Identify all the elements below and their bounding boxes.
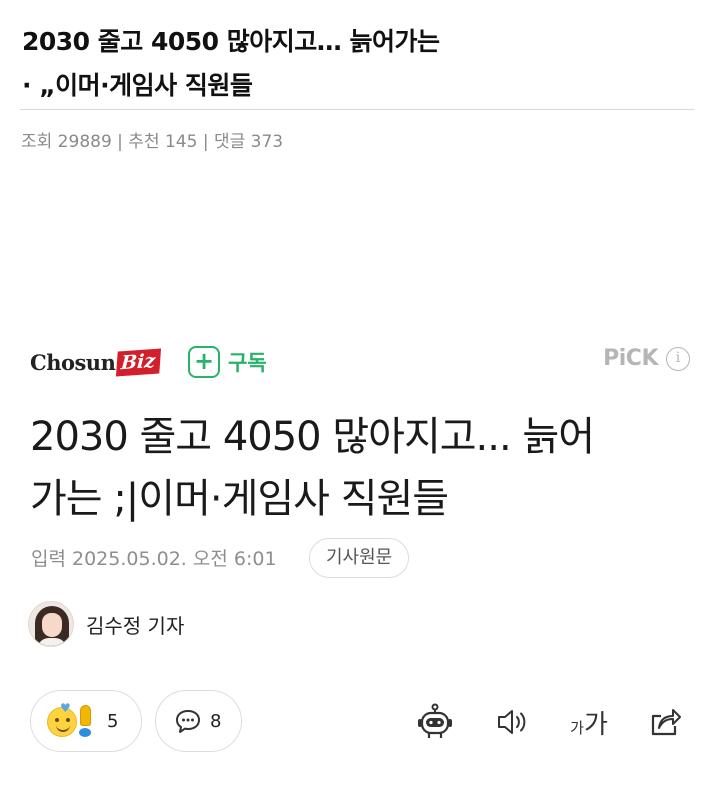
speaker-icon	[498, 710, 526, 734]
subscribe-label: 구독	[228, 351, 267, 375]
post-meta: 조회 29889 | 추천 145 | 댓글 373	[21, 132, 284, 152]
pick-label: PiCK	[603, 346, 658, 371]
press-logo-accent: Biz	[116, 348, 162, 376]
font-size-button[interactable]: 가가	[566, 702, 612, 742]
press-header: Chosun Biz + 구독 PiCK i	[30, 340, 690, 384]
author-name[interactable]: 김수정 기자	[86, 610, 184, 639]
exclamation-emoji-icon	[75, 705, 95, 737]
article-title-line-1: 2030 줄고 4050 많아지고... 늙어	[30, 414, 595, 460]
subscribe-button[interactable]: + 구독	[188, 345, 267, 379]
listen-button[interactable]	[492, 702, 532, 742]
comment-icon	[176, 710, 200, 733]
article-title-line-2: 가는 ;|이머·게임사 직원들	[30, 476, 449, 522]
comment-button[interactable]: 8	[155, 690, 242, 752]
robot-summary-icon	[418, 703, 452, 738]
emoji-reaction-count: 5	[107, 710, 119, 732]
divider	[20, 109, 694, 110]
pick-badge: PiCK i	[603, 346, 690, 371]
heart-icon: ♥	[60, 701, 71, 715]
press-logo[interactable]: Chosun Biz	[30, 344, 162, 380]
share-icon	[651, 709, 681, 736]
font-size-icon: 가가	[570, 709, 608, 740]
post-title: 2030 줄고 4050 많아지고… 늙어가는 · „이머·게임사 직원들	[22, 20, 682, 108]
article-date: 입력 2025.05.02. 오전 6:01	[31, 548, 277, 570]
emoji-reaction-icon: ♥	[47, 701, 99, 739]
plus-icon: +	[188, 346, 220, 378]
info-icon[interactable]: i	[666, 346, 690, 371]
original-article-button[interactable]: 기사원문	[309, 538, 410, 578]
comment-count: 8	[210, 710, 222, 732]
article-title: 2030 줄고 4050 많아지고... 늙어 가는 ;|이머·게임사 직원들	[30, 406, 680, 530]
post-title-line-1: 2030 줄고 4050 많아지고… 늙어가는	[22, 27, 440, 56]
avatar	[28, 601, 74, 647]
press-logo-main: Chosun	[30, 349, 116, 375]
robot-summary-button[interactable]	[415, 702, 455, 742]
emoji-reaction-button[interactable]: ♥ 5	[30, 690, 142, 752]
share-button[interactable]	[645, 702, 685, 742]
post-title-line-2: · „이머·게임사 직원들	[22, 71, 253, 100]
author-row[interactable]: 김수정 기자	[28, 600, 184, 648]
